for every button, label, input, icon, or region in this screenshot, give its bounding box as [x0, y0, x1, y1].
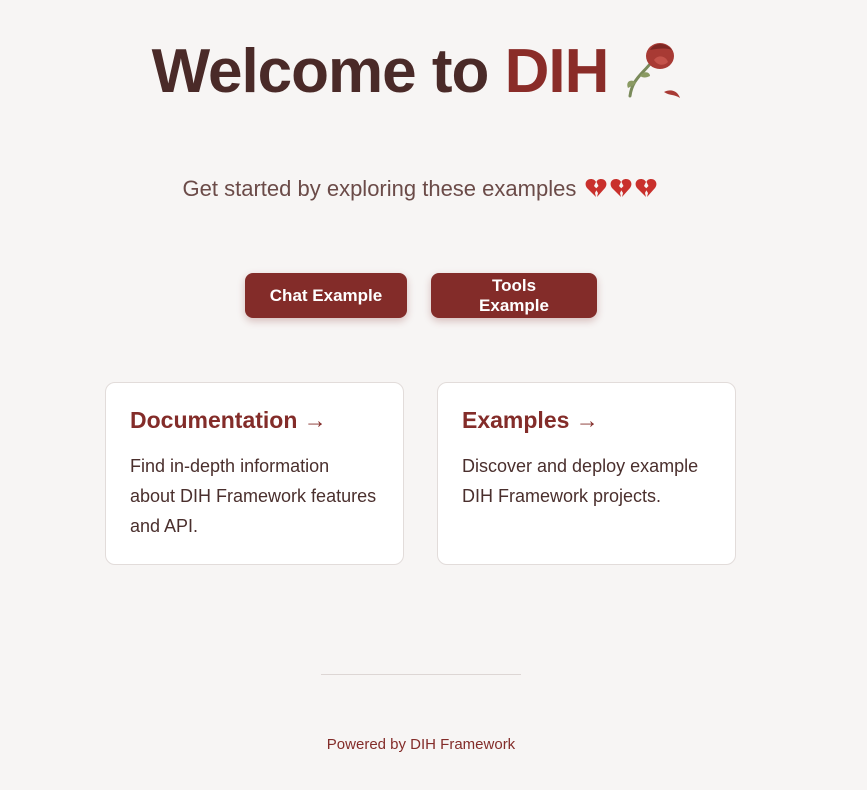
subtitle: Get started by exploring these examples [0, 176, 840, 202]
subtitle-text: Get started by exploring these examples [182, 176, 577, 201]
footer-divider [321, 674, 521, 675]
page-title: Welcome to DIH [0, 36, 840, 110]
title-prefix: Welcome to [151, 37, 505, 106]
examples-card-title[interactable]: Examples → [462, 405, 711, 435]
documentation-card-description: Find in-depth information about DIH Fram… [130, 456, 377, 536]
examples-card[interactable]: Examples → Discover and deploy example D… [437, 382, 736, 565]
footer: Powered by DIH Framework [0, 736, 842, 753]
broken-heart-icon [610, 178, 632, 198]
documentation-card[interactable]: Documentation → Find in-depth informatio… [105, 382, 404, 565]
wilted-rose-icon [620, 36, 688, 104]
broken-heart-icon [635, 178, 657, 198]
broken-heart-icon [585, 178, 607, 198]
documentation-card-title[interactable]: Documentation → [130, 405, 379, 435]
tools-example-button[interactable]: Tools Example [431, 273, 597, 318]
footer-link[interactable]: Powered by DIH Framework [327, 736, 515, 753]
example-buttons: Chat Example Tools Example [245, 273, 597, 318]
examples-card-description: Discover and deploy example DIH Framewor… [462, 456, 699, 506]
page: Welcome to DIH Get started by exploring … [0, 0, 867, 790]
chat-example-button[interactable]: Chat Example [245, 273, 407, 318]
title-brand: DIH [504, 37, 610, 106]
